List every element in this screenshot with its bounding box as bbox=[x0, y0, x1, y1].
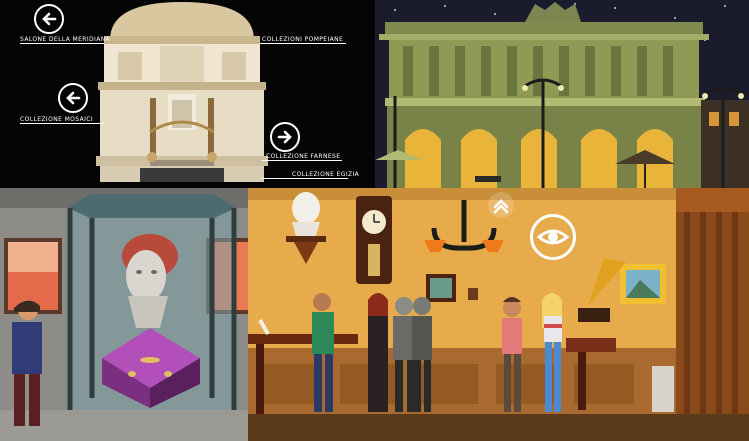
leader-line bbox=[262, 160, 342, 161]
salon-interior-scene bbox=[248, 188, 749, 441]
collezione-egizia-label[interactable]: COLLEZIONE EGIZIA bbox=[292, 171, 359, 178]
display-case-illustration bbox=[0, 188, 248, 441]
display-case-scene bbox=[0, 188, 248, 441]
interact-up-button[interactable] bbox=[488, 192, 514, 218]
back-to-salone-button[interactable] bbox=[34, 4, 64, 34]
arrow-left-icon bbox=[66, 91, 81, 105]
chevron-up-icon bbox=[493, 199, 509, 214]
salone-meridiana-label[interactable]: SALONE DELLA MERIDIANA bbox=[20, 36, 110, 43]
collezione-farnese-label[interactable]: COLLEZIONE FARNESE bbox=[266, 153, 340, 160]
salon-interior-illustration bbox=[248, 188, 749, 441]
museum-section-map: SALONE DELLA MERIDIANA COLLEZIONI POMPEI… bbox=[0, 0, 375, 188]
leader-line bbox=[260, 43, 346, 44]
leader-line bbox=[20, 123, 104, 124]
leader-line bbox=[262, 178, 348, 179]
eye-icon bbox=[536, 229, 570, 245]
leader-line bbox=[20, 43, 104, 44]
look-action-button[interactable] bbox=[530, 214, 576, 260]
arrow-left-icon bbox=[42, 12, 57, 26]
go-to-farnese-button[interactable] bbox=[270, 122, 300, 152]
museum-facade-night-scene bbox=[375, 0, 749, 188]
arrow-right-icon bbox=[277, 130, 292, 144]
back-to-mosaici-button[interactable] bbox=[58, 83, 88, 113]
museum-facade-illustration bbox=[375, 0, 749, 188]
collezione-mosaici-label[interactable]: COLLEZIONE MOSAICI bbox=[20, 116, 93, 123]
collezioni-pompeiane-label[interactable]: COLLEZIONI POMPEIANE bbox=[262, 36, 343, 43]
